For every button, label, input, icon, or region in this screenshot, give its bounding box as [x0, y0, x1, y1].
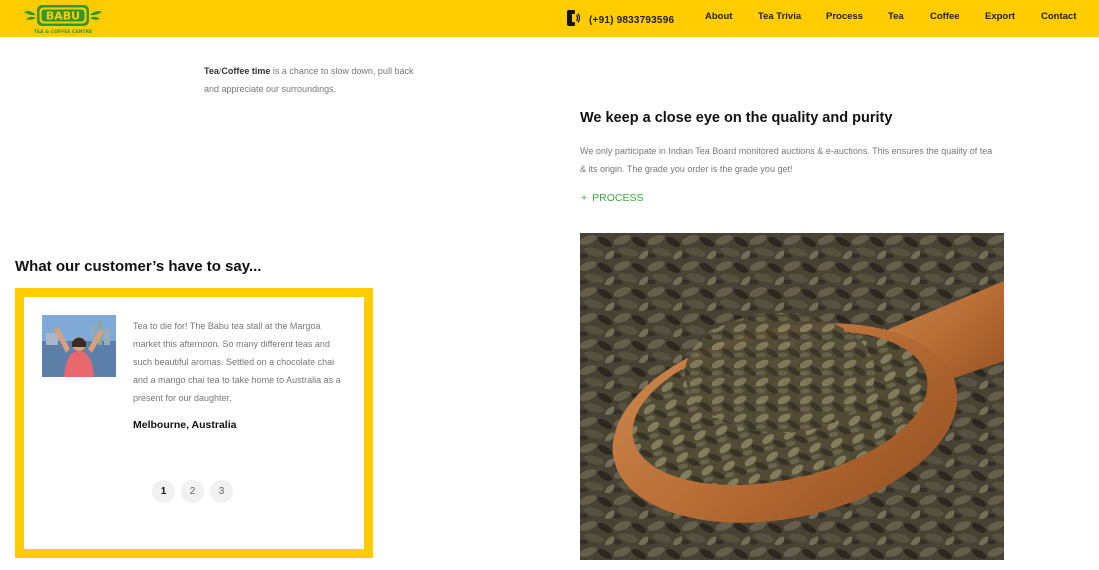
quality-description: We only participate in Indian Tea Board … [580, 146, 993, 174]
quote-coffee-time: Coffee time [221, 66, 271, 76]
page-3-button[interactable]: 3 [210, 480, 233, 503]
page-2-button[interactable]: 2 [181, 480, 204, 503]
testimonial-pagination: 1 2 3 [152, 480, 233, 503]
nav-tea[interactable]: Tea [888, 11, 930, 22]
quality-heading: We keep a close eye on the quality and p… [580, 110, 893, 126]
phone-number[interactable]: (+91) 9833793596 [589, 15, 674, 26]
nav-contact[interactable]: Contact [1041, 11, 1086, 22]
nav-about[interactable]: About [705, 11, 758, 22]
nav-export[interactable]: Export [985, 11, 1041, 22]
testimonial-card: Tea to die for! The Babu tea stall at th… [15, 288, 373, 558]
customer-photo [42, 315, 116, 377]
testimonial-text: Tea to die for! The Babu tea stall at th… [133, 321, 341, 403]
babu-logo[interactable]: BABU TEA & COFFEE CENTRE [22, 3, 104, 35]
nav-process[interactable]: Process [826, 11, 888, 22]
phone-icon [565, 9, 581, 32]
main-nav: About Tea Trivia Process Tea Coffee Expo… [705, 11, 1086, 22]
tea-leaves-photo [580, 233, 1004, 560]
process-link[interactable]: + PROCESS [581, 192, 644, 204]
testimonials-heading: What our customer’s have to say... [15, 258, 262, 275]
nav-coffee[interactable]: Coffee [930, 11, 985, 22]
phone-contact[interactable]: (+91) 9833793596 [565, 9, 674, 32]
nav-tea-trivia[interactable]: Tea Trivia [758, 11, 826, 22]
process-link-label: PROCESS [592, 192, 644, 204]
top-navigation-bar: BABU TEA & COFFEE CENTRE (+91) 983379359… [0, 0, 1099, 37]
quote-tea: Tea [204, 66, 219, 76]
page-1-button[interactable]: 1 [152, 480, 175, 503]
testimonial-location: Melbourne, Australia [133, 419, 237, 431]
logo-wordmark: BABU [46, 10, 80, 23]
plus-icon: + [581, 192, 588, 204]
tea-coffee-quote: Tea/Coffee time is a chance to slow down… [204, 62, 424, 98]
logo-subtitle: TEA & COFFEE CENTRE [34, 29, 93, 35]
